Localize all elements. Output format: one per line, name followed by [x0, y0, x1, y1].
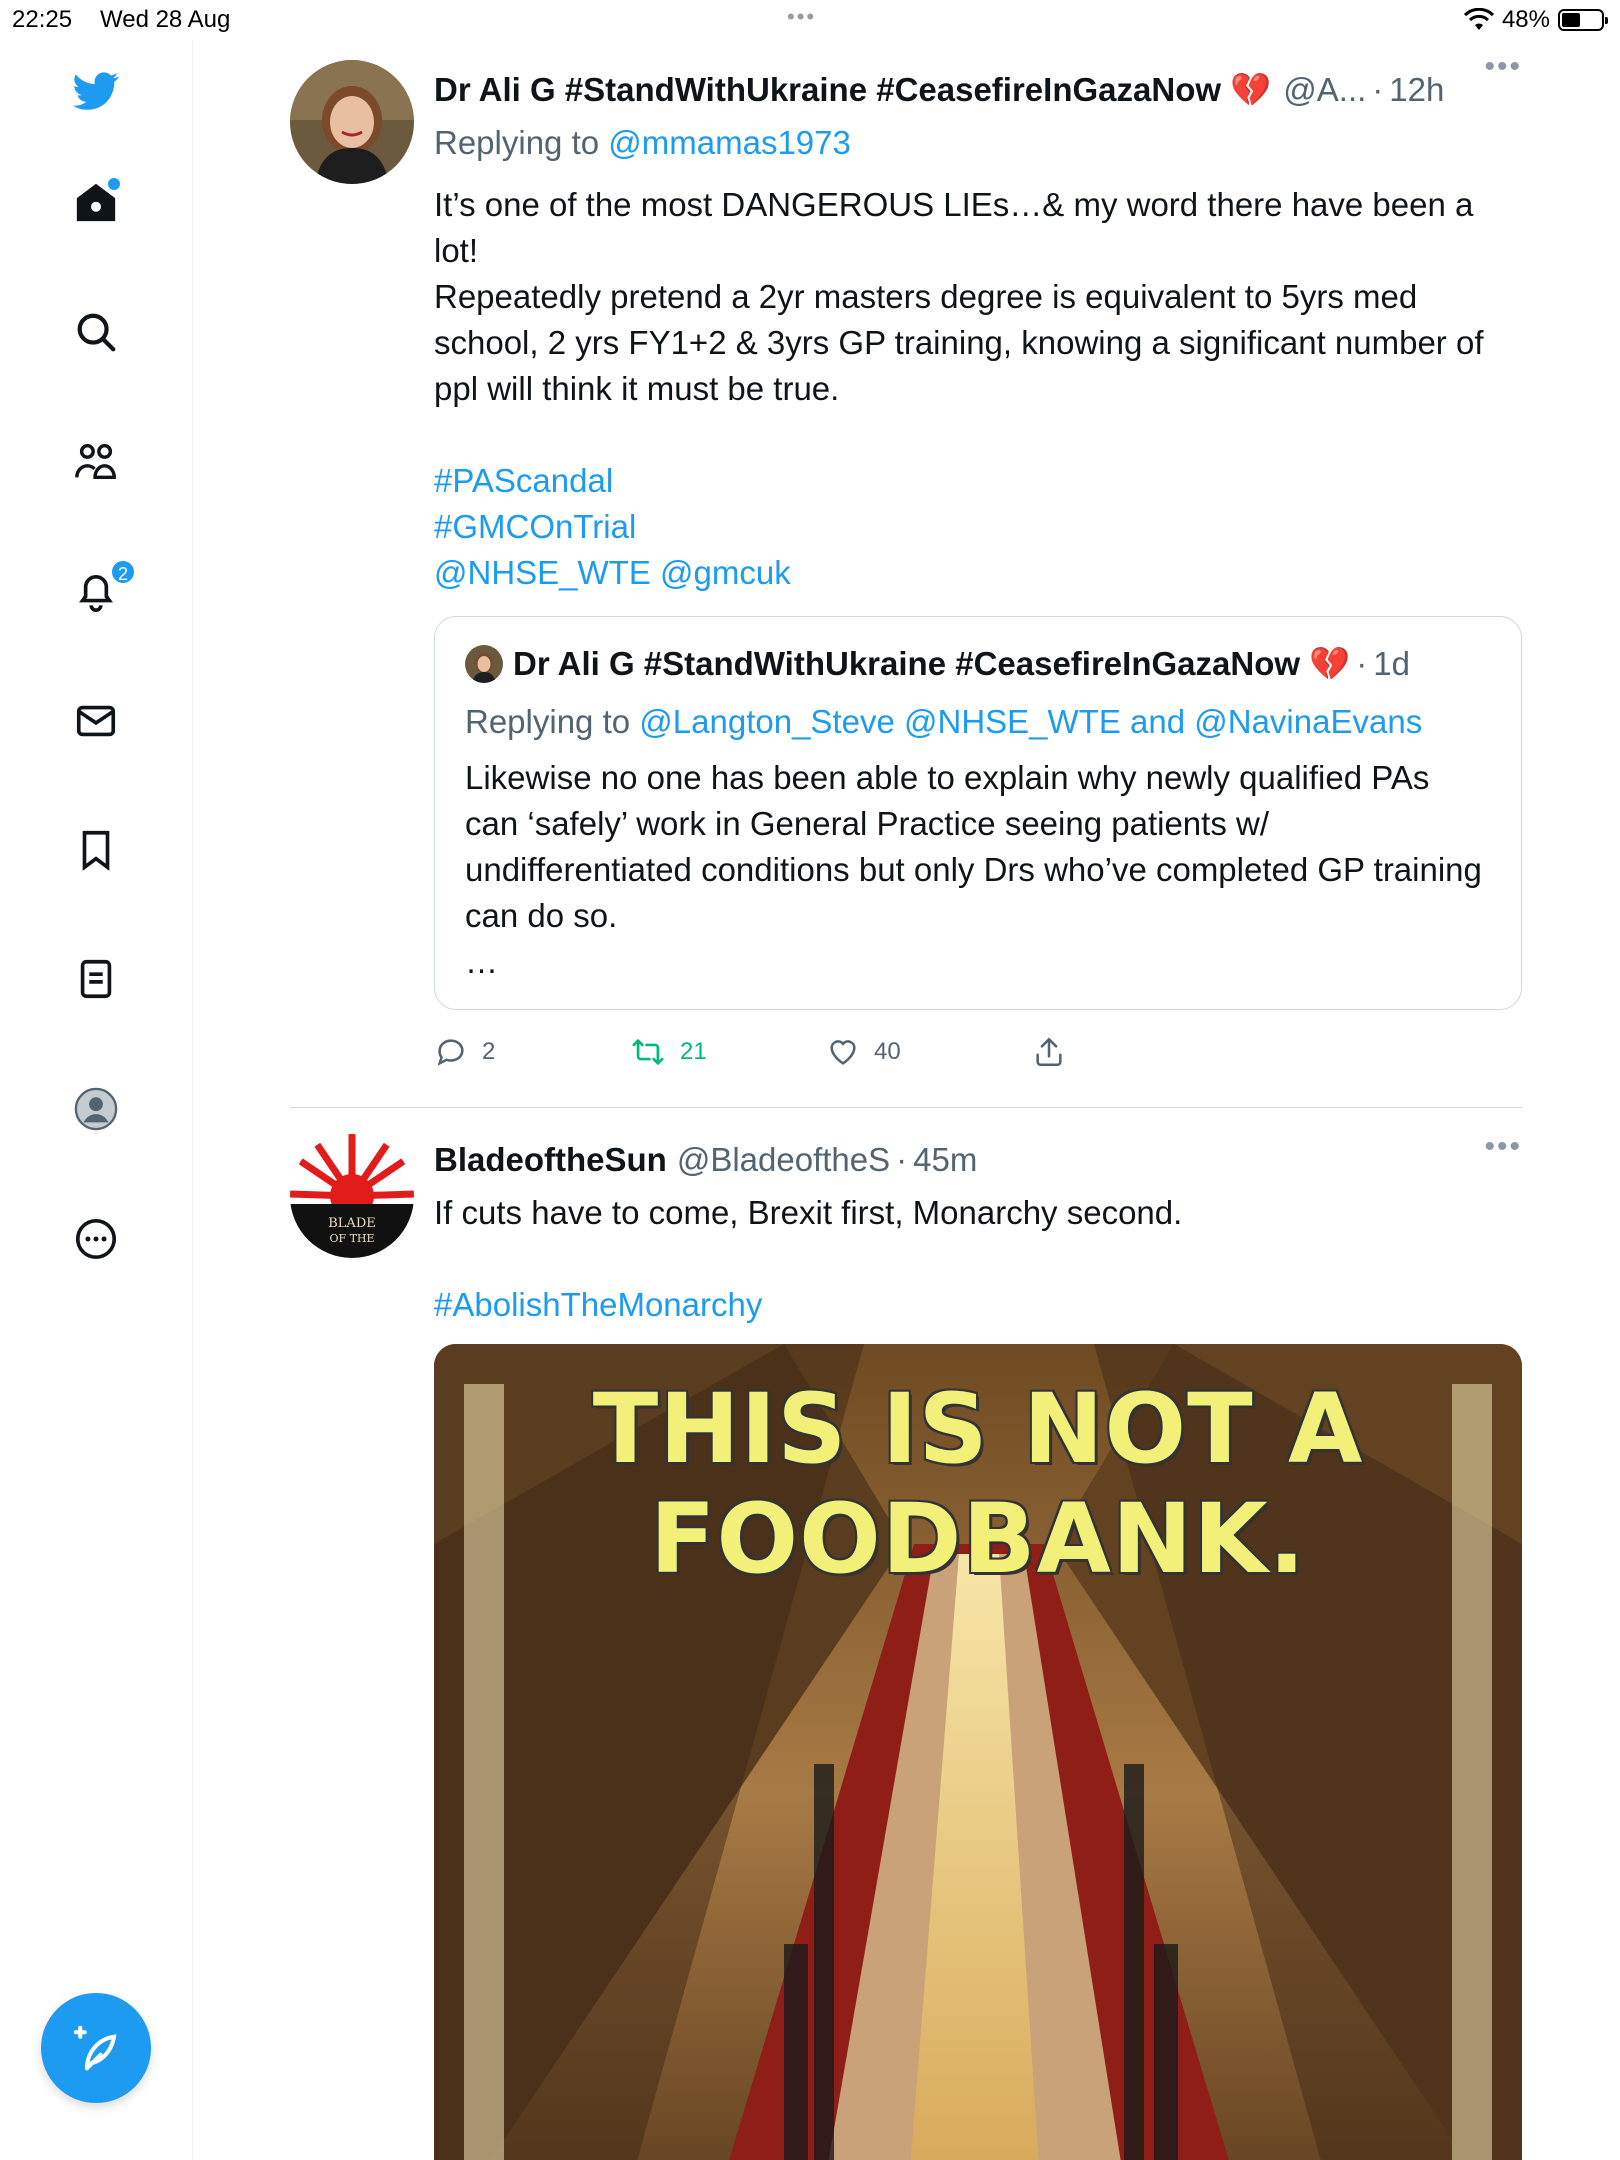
like-button[interactable]: 40: [826, 1035, 1032, 1069]
wifi-icon: [1463, 8, 1494, 30]
mention-link[interactable]: @Langton_Steve: [639, 703, 895, 740]
author-name[interactable]: BladeoftheSun: [434, 1141, 667, 1179]
tweet-timestamp[interactable]: 12h: [1389, 71, 1444, 109]
author-avatar[interactable]: BLADE OF THE: [290, 1134, 414, 1258]
tweet-timestamp[interactable]: 45m: [913, 1141, 977, 1179]
replying-to-link[interactable]: @mmamas1973: [608, 124, 851, 161]
mention-link[interactable]: @gmcuk: [660, 554, 791, 591]
quoted-tweet[interactable]: Dr Ali G #StandWithUkraine #CeasefireInG…: [434, 616, 1522, 1010]
quoted-ellipsis: …: [465, 943, 498, 980]
tweet-more-menu-icon[interactable]: •••: [1484, 50, 1522, 84]
mention-link[interactable]: @NavinaEvans: [1194, 703, 1422, 740]
tweet-text-line1: It’s one of the most DANGEROUS LIEs…& my…: [434, 186, 1474, 269]
retweet-icon: [632, 1039, 664, 1065]
quoted-tweet-text: Likewise no one has been able to explain…: [465, 759, 1482, 934]
multitasking-dots-icon[interactable]: •••: [787, 4, 816, 30]
home-icon[interactable]: [70, 176, 122, 228]
share-button[interactable]: [1032, 1035, 1066, 1069]
battery-icon: [1558, 9, 1608, 31]
quoted-author-name: Dr Ali G #StandWithUkraine #CeasefireInG…: [513, 644, 1351, 682]
twitter-logo-icon[interactable]: [70, 65, 122, 117]
search-icon[interactable]: [70, 306, 122, 358]
sidebar-nav: 2: [0, 40, 193, 2160]
profile-avatar-icon[interactable]: [70, 1083, 122, 1135]
more-options-circle-icon[interactable]: [70, 1213, 122, 1265]
tweet-image[interactable]: THIS IS NOT A FOODBANK.: [434, 1344, 1522, 2160]
retweet-button[interactable]: 21: [630, 1035, 826, 1069]
hashtag-link[interactable]: #PAScandal: [434, 462, 613, 499]
battery-percent: 48%: [1501, 6, 1550, 33]
tweet-ali-g[interactable]: Dr Ali G #StandWithUkraine #CeasefireInG…: [290, 40, 1522, 1108]
notifications-badge: 2: [109, 559, 136, 585]
status-time: 22:25: [12, 6, 73, 33]
share-icon: [1036, 1037, 1062, 1067]
reply-icon: [437, 1039, 464, 1066]
reply-count: 2: [482, 1038, 496, 1065]
notifications-bell-icon[interactable]: 2: [70, 559, 136, 617]
compose-tweet-button[interactable]: [41, 1993, 151, 2103]
mention-link[interactable]: @NHSE_WTE: [434, 554, 651, 591]
mention-link[interactable]: @NHSE_WTE: [904, 703, 1121, 740]
retweet-count: 21: [680, 1038, 707, 1065]
tweet-text: If cuts have to come, Brexit first, Mona…: [434, 1194, 1183, 1231]
author-name[interactable]: Dr Ali G #StandWithUkraine #CeasefireInG…: [434, 71, 1271, 110]
hashtag-link[interactable]: #AbolishTheMonarchy: [434, 1286, 762, 1323]
heart-icon: [830, 1040, 856, 1065]
tweet-more-menu-icon[interactable]: •••: [1484, 1130, 1522, 1164]
quoted-replying-label: Replying to: [465, 703, 631, 740]
status-bar: 22:25 Wed 28 Aug ••• 48%: [0, 0, 1620, 40]
avatar-logo-text: BLADE: [328, 1216, 376, 1231]
author-handle[interactable]: @BladeoftheS: [677, 1141, 890, 1179]
tweet-bladeofthesun[interactable]: BLADE OF THE BladeoftheSun @BladeoftheS …: [290, 1108, 1522, 2160]
lists-icon[interactable]: [70, 953, 122, 1005]
bookmarks-icon[interactable]: [70, 824, 122, 876]
status-date: Wed 28 Aug: [100, 6, 231, 33]
tweet-text-line2: Repeatedly pretend a 2yr masters degree …: [434, 278, 1484, 407]
image-caption: THIS IS NOT A FOODBANK.: [592, 1373, 1364, 1595]
messages-envelope-icon[interactable]: [70, 695, 122, 747]
author-handle[interactable]: @A...: [1283, 71, 1366, 109]
like-count: 40: [874, 1038, 901, 1065]
quoted-timestamp: 1d: [1373, 645, 1410, 682]
hashtag-link[interactable]: #GMCOnTrial: [434, 508, 636, 545]
home-unread-dot: [108, 178, 120, 190]
reply-button[interactable]: 2: [434, 1035, 630, 1069]
tweet-actions: 2 21 40: [434, 1032, 1522, 1072]
replying-label: Replying to: [434, 124, 600, 161]
quoted-author-avatar: [465, 645, 503, 683]
communities-icon[interactable]: [70, 436, 122, 488]
replying-and: and: [1130, 703, 1186, 740]
timeline: Dr Ali G #StandWithUkraine #CeasefireInG…: [290, 40, 1522, 2160]
author-avatar[interactable]: [290, 60, 414, 184]
svg-text:OF THE: OF THE: [329, 1232, 374, 1245]
compose-feather-icon: [73, 2025, 117, 2071]
